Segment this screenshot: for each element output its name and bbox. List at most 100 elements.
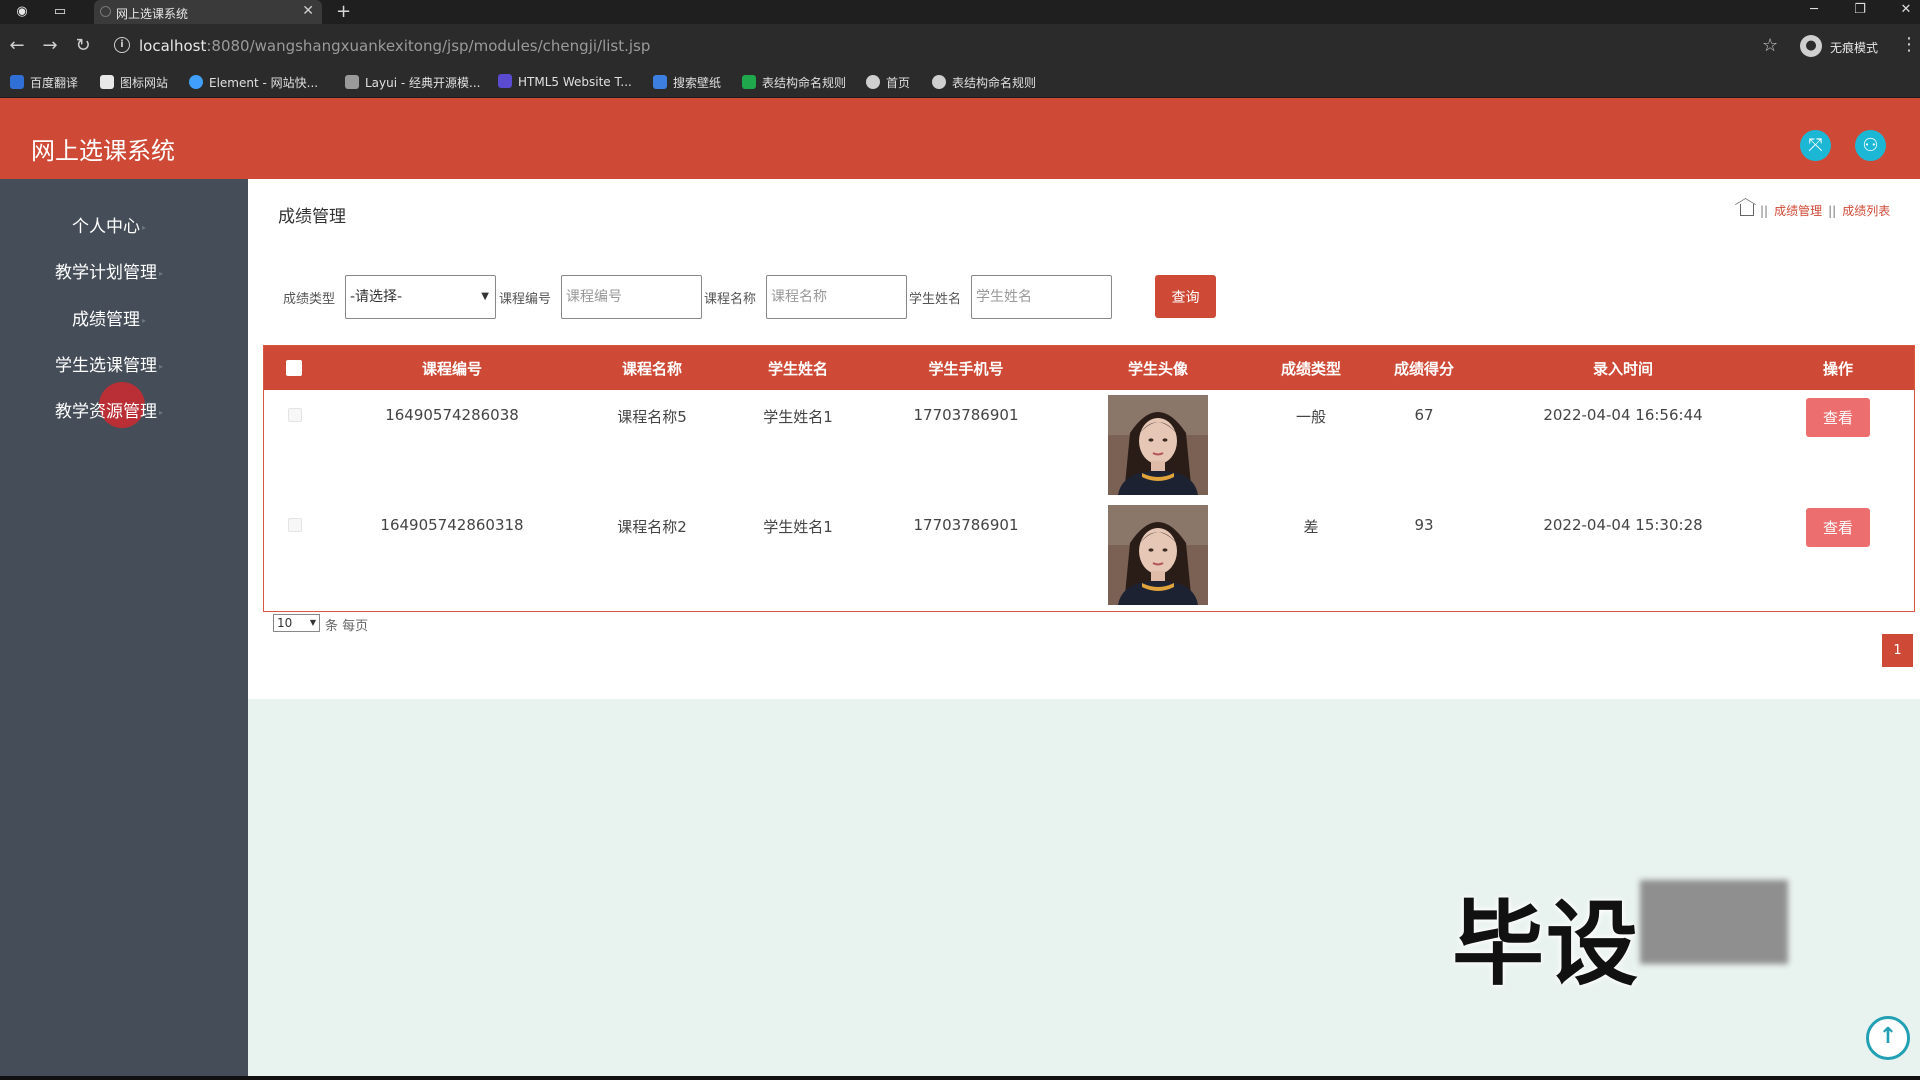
sidebar-item-label: 个人中心	[71, 217, 140, 237]
bookmark-star-icon[interactable]: ☆	[1762, 35, 1778, 56]
grade-type-select[interactable]: -请选择- ▼	[345, 275, 496, 319]
chevron-icon: ▸	[158, 408, 163, 417]
sidebar-item-label: 成绩管理	[71, 310, 140, 330]
cell-grade-type: 一般	[1295, 408, 1327, 426]
table-header: 课程编号 课程名称 学生姓名 学生手机号 学生头像 成绩类型 成绩得分 录入时间…	[264, 346, 1914, 390]
cell-grade-type: 差	[1303, 518, 1319, 536]
forward-icon[interactable]: →	[39, 36, 61, 56]
cell-entry-time: 2022-04-04 16:56:44	[1543, 406, 1703, 424]
chevron-icon: ▸	[158, 362, 163, 371]
view-button[interactable]: 查看	[1806, 508, 1870, 547]
bookmark-favicon-icon	[345, 75, 359, 89]
student-photo-icon	[1108, 395, 1208, 495]
select-all-checkbox[interactable]	[286, 360, 302, 376]
sidebar-item-label: 教学计划管理	[54, 263, 157, 283]
bookmark-item[interactable]: 表结构命名规则	[742, 74, 846, 91]
column-header: 成绩类型	[1280, 360, 1342, 378]
reload-icon[interactable]: ↻	[72, 36, 94, 56]
course-no-input[interactable]	[561, 275, 702, 319]
column-header: 学生姓名	[767, 360, 829, 378]
back-icon[interactable]: ←	[6, 36, 28, 56]
bookmark-label: 百度翻译	[30, 76, 79, 90]
address-bar: ← → ↻ i localhost:8080/wangshangxuankexi…	[0, 24, 1920, 68]
sidebar-item-teaching-plan[interactable]: 教学计划管理 ▸	[0, 258, 218, 283]
browser-menu-dots-icon[interactable]: ⋮	[1900, 34, 1918, 55]
cell-course-no: 16490574286038	[385, 406, 519, 424]
cell-phone: 17703786901	[913, 516, 1019, 534]
sidebar-item-personal-center[interactable]: 个人中心 ▸	[0, 212, 218, 237]
page-number-button[interactable]: 1	[1882, 634, 1913, 667]
bookmark-label: 图标网站	[120, 76, 169, 90]
fullscreen-icon[interactable]: ⤧	[1800, 130, 1831, 161]
cell-score: 67	[1414, 406, 1434, 424]
bookmarks-bar: 百度翻译 图标网站 Element - 网站快... Layui - 经典开源模…	[0, 68, 1920, 98]
breadcrumb-item-list[interactable]: 成绩列表	[1842, 204, 1890, 218]
column-header: 操作	[1822, 360, 1854, 378]
table-row: 164905742860318 课程名称2 学生姓名1 17703786901 …	[264, 500, 1914, 610]
sidebar-item-grade-management[interactable]: 成绩管理 ▸	[0, 305, 218, 330]
student-name-label: 学生姓名	[909, 292, 962, 307]
query-button[interactable]: 查询	[1155, 275, 1216, 318]
url-host: localhost	[139, 37, 207, 55]
minimize-icon[interactable]: ─	[1804, 2, 1824, 17]
tab-title: 网上选课系统	[116, 7, 189, 21]
bookmark-item[interactable]: 表结构命名规则	[932, 74, 1036, 91]
bookmark-item[interactable]: 图标网站	[100, 74, 168, 91]
bookmark-favicon-icon	[653, 75, 667, 89]
bookmark-item[interactable]: 百度翻译	[10, 74, 78, 91]
url-field[interactable]: localhost:8080/wangshangxuankexitong/jsp…	[139, 37, 650, 55]
view-button[interactable]: 查看	[1806, 398, 1870, 437]
site-info-icon[interactable]: i	[114, 37, 130, 53]
student-photo-icon	[1108, 505, 1208, 605]
incognito-icon[interactable]: ●	[1800, 35, 1822, 57]
student-name-input[interactable]	[971, 275, 1112, 319]
page-size-select[interactable]: 10 ▼	[273, 614, 320, 632]
cell-student-name: 学生姓名1	[763, 518, 833, 536]
student-avatar	[1108, 505, 1208, 605]
bookmark-label: 表结构命名规则	[952, 76, 1037, 90]
browser-menu-icon[interactable]: ◉	[14, 4, 30, 20]
chevron-icon: ▸	[158, 269, 163, 278]
page-title: 成绩管理	[278, 207, 346, 227]
tab-close-icon[interactable]: ✕	[302, 3, 314, 19]
bookmark-favicon-icon	[932, 75, 946, 89]
column-header: 成绩得分	[1393, 360, 1455, 378]
bookmark-item[interactable]: HTML5 Website T...	[498, 74, 632, 89]
bookmark-favicon-icon	[742, 75, 756, 89]
chevron-icon: ▸	[141, 316, 146, 325]
cell-course-name: 课程名称2	[617, 518, 687, 536]
bookmark-item[interactable]: Element - 网站快...	[189, 74, 318, 91]
cell-course-no: 164905742860318	[380, 516, 524, 534]
user-avatar-icon[interactable]: ⚇	[1855, 130, 1886, 161]
bookmark-item[interactable]: Layui - 经典开源模...	[345, 74, 480, 91]
bookmark-label: Element - 网站快...	[209, 76, 319, 90]
column-header: 学生手机号	[928, 360, 1004, 378]
app-title: 网上选课系统	[31, 137, 175, 165]
tab-overview-icon[interactable]: ▭	[52, 4, 68, 20]
sidebar-item-teaching-resources[interactable]: 教学资源管理 ▸	[0, 397, 218, 422]
cell-entry-time: 2022-04-04 15:30:28	[1543, 516, 1703, 534]
restore-icon[interactable]: ❐	[1850, 2, 1870, 17]
course-name-input[interactable]	[766, 275, 907, 319]
row-checkbox[interactable]	[288, 518, 302, 532]
browser-tab-active[interactable]: 网上选课系统 ✕	[94, 0, 322, 24]
bookmark-label: 表结构命名规则	[762, 76, 847, 90]
bookmark-item[interactable]: 搜索壁纸	[653, 74, 721, 91]
bookmark-favicon-icon	[866, 75, 880, 89]
blurred-watermark-area	[1640, 880, 1788, 964]
student-avatar	[1108, 395, 1208, 495]
home-icon[interactable]	[1740, 204, 1754, 216]
url-path: :8080/wangshangxuankexitong/jsp/modules/…	[206, 37, 651, 55]
sidebar-item-label: 教学资源管理	[54, 402, 157, 422]
new-tab-icon[interactable]: +	[336, 1, 351, 22]
scroll-to-top-icon[interactable]: ↑	[1866, 1016, 1910, 1060]
sidebar-item-course-selection[interactable]: 学生选课管理 ▸	[0, 351, 218, 376]
cell-phone: 17703786901	[913, 406, 1019, 424]
bottom-edge	[0, 1076, 1920, 1080]
breadcrumb-item-grades[interactable]: 成绩管理	[1774, 204, 1822, 218]
bookmark-item[interactable]: 首页	[866, 74, 910, 91]
window-close-icon[interactable]: ✕	[1896, 2, 1916, 17]
row-checkbox[interactable]	[288, 408, 302, 422]
page-size-value: 10	[277, 616, 293, 630]
column-header: 课程名称	[621, 360, 683, 378]
